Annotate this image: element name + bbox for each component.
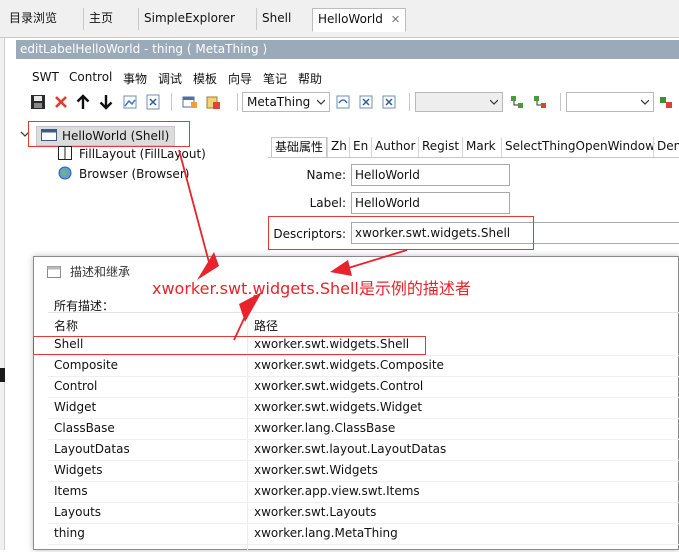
arrow-to-shell-row	[233, 292, 262, 341]
arrow-to-descriptors	[330, 249, 408, 276]
arrow-to-tree-node	[178, 149, 219, 280]
annotation-text: xworker.swt.widgets.Shell是示例的描述者	[152, 279, 471, 298]
